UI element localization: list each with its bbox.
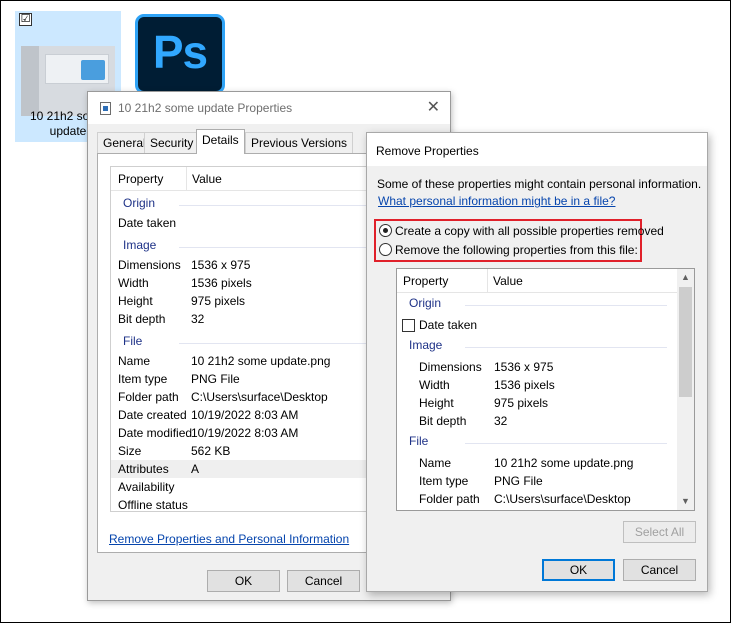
property-name: Dimensions: [419, 360, 482, 374]
property-value: 1536 pixels: [191, 276, 252, 290]
tab-details[interactable]: Details: [196, 129, 245, 154]
group-origin: Origin: [409, 296, 667, 314]
property-name: Size: [118, 444, 142, 458]
select-all-button[interactable]: Select All: [623, 521, 696, 543]
property-value: 1536 x 975: [191, 258, 251, 272]
property-value: A: [191, 462, 200, 476]
table-row[interactable]: Name 10 21h2 some update.png: [397, 454, 694, 472]
table-row[interactable]: Dimensions 1536 x 975: [397, 358, 694, 376]
table-row[interactable]: Width 1536 pixels: [397, 376, 694, 394]
property-value: PNG File: [191, 372, 240, 386]
personal-info-notice: Some of these properties might contain p…: [377, 177, 702, 191]
property-name: Width: [118, 276, 149, 290]
property-name: Offline status: [118, 498, 188, 512]
property-name: Bit depth: [118, 312, 166, 326]
property-name: Availability: [118, 480, 175, 494]
file-select-checkbox[interactable]: ☑: [19, 13, 32, 26]
option-remove-properties-label: Remove the following properties from thi…: [395, 243, 638, 257]
property-checkbox[interactable]: [402, 319, 415, 332]
scroll-down-icon[interactable]: ▼: [677, 493, 694, 510]
scroll-up-icon[interactable]: ▲: [677, 269, 694, 286]
photoshop-logo-text: Ps: [152, 26, 208, 78]
ok-button[interactable]: OK: [542, 559, 615, 581]
cancel-button[interactable]: Cancel: [287, 570, 360, 592]
remove-dialog-title: Remove Properties: [376, 144, 479, 158]
property-value: 10/19/2022 8:03 AM: [191, 426, 299, 440]
property-name: Name: [419, 456, 452, 470]
remove-properties-link[interactable]: Remove Properties and Personal Informati…: [109, 532, 349, 546]
file-icon: [100, 102, 111, 115]
property-value: 32: [191, 312, 205, 326]
property-name: Height: [419, 396, 454, 410]
group-image: Image: [409, 338, 667, 356]
property-name: Date modified: [118, 426, 193, 440]
list-header: Property Value: [397, 269, 694, 293]
property-name: Dimensions: [118, 258, 181, 272]
property-name: Item type: [419, 474, 469, 488]
list-scrollbar[interactable]: ▲ ▼: [677, 269, 694, 510]
property-name: Bit depth: [419, 414, 467, 428]
property-value: 32: [494, 414, 508, 428]
table-row[interactable]: Height 975 pixels: [397, 394, 694, 412]
property-value: 975 pixels: [494, 396, 549, 410]
photoshop-icon[interactable]: Ps: [135, 14, 225, 94]
property-name: Folder path: [419, 492, 480, 506]
column-header-value[interactable]: Value: [493, 274, 523, 288]
property-value: C:\Users\surface\Desktop: [191, 390, 328, 404]
properties-title: 10 21h2 some update Properties: [118, 101, 293, 115]
remove-dialog-titlebar: Remove Properties: [367, 133, 707, 166]
property-value: 975 pixels: [191, 294, 246, 308]
property-name: Item type: [118, 372, 168, 386]
property-value: 10 21h2 some update.png: [191, 354, 331, 368]
property-name: Height: [118, 294, 153, 308]
column-header-property[interactable]: Property: [403, 274, 448, 288]
table-row[interactable]: Folder path C:\Users\surface\Desktop: [397, 490, 694, 508]
option-create-copy-label: Create a copy with all possible properti…: [395, 224, 664, 238]
property-name: Date taken: [419, 318, 478, 332]
property-name: Folder path: [118, 390, 179, 404]
table-row[interactable]: Date taken: [397, 316, 694, 334]
property-name: Date created: [118, 408, 187, 422]
property-name: Date taken: [118, 216, 177, 230]
close-icon[interactable]: ✕: [427, 97, 440, 117]
removable-property-list[interactable]: Property Value Origin Date taken Image D…: [396, 268, 695, 511]
cancel-button[interactable]: Cancel: [623, 559, 696, 581]
column-header-property[interactable]: Property: [118, 172, 163, 186]
radio-create-copy[interactable]: [379, 224, 392, 237]
remove-properties-dialog: Remove Properties Some of these properti…: [366, 132, 708, 592]
property-value: 10 21h2 some update.png: [494, 456, 634, 470]
property-value: 1536 x 975: [494, 360, 554, 374]
tab-previous-versions[interactable]: Previous Versions: [245, 132, 354, 153]
property-name: Width: [419, 378, 450, 392]
what-personal-info-link[interactable]: What personal information might be in a …: [378, 194, 615, 208]
table-row[interactable]: Item type PNG File: [397, 472, 694, 490]
radio-remove-properties[interactable]: [379, 243, 392, 256]
scrollbar-thumb[interactable]: [679, 287, 692, 397]
property-value: 562 KB: [191, 444, 231, 458]
property-value: C:\Users\surface\Desktop: [494, 492, 631, 506]
property-value: PNG File: [494, 474, 543, 488]
property-value: 10/19/2022 8:03 AM: [191, 408, 299, 422]
group-file: File: [409, 434, 667, 452]
ok-button[interactable]: OK: [207, 570, 280, 592]
property-name: Attributes: [118, 462, 169, 476]
properties-titlebar: 10 21h2 some update Properties ✕: [88, 92, 450, 124]
property-name: Name: [118, 354, 151, 368]
tab-security[interactable]: Security: [144, 132, 200, 153]
table-row[interactable]: Bit depth 32: [397, 412, 694, 430]
column-header-value[interactable]: Value: [192, 172, 222, 186]
property-value: 1536 pixels: [494, 378, 555, 392]
